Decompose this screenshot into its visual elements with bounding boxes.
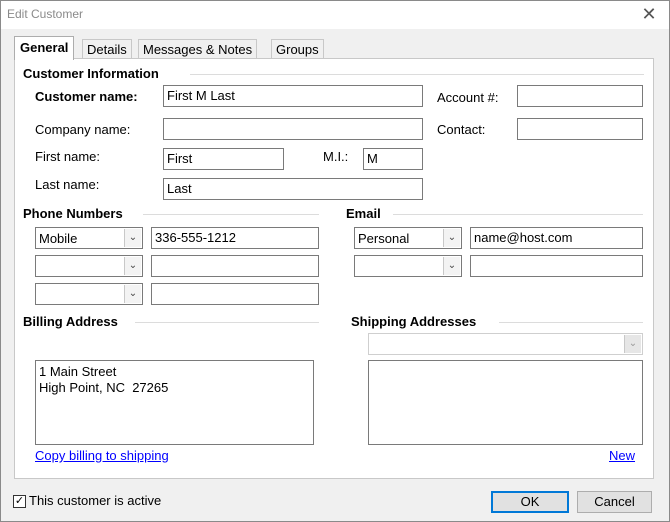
email-address-field-1[interactable]: name@host.com: [470, 227, 643, 249]
divider: [499, 322, 643, 323]
copy-billing-to-shipping-link[interactable]: Copy billing to shipping: [35, 448, 169, 463]
phone-number-field-3[interactable]: [151, 283, 319, 305]
divider: [393, 214, 643, 215]
email-type-value: Personal: [358, 231, 410, 246]
window-title: Edit Customer: [7, 7, 84, 21]
phone-type-select-3[interactable]: ⌄: [35, 283, 143, 305]
account-field[interactable]: [517, 85, 643, 107]
tab-general[interactable]: General: [14, 36, 75, 60]
mi-label: M.I.:: [323, 149, 349, 164]
chevron-down-icon[interactable]: ⌄: [443, 229, 460, 247]
customer-name-field[interactable]: First M Last: [163, 85, 423, 107]
phone-number-field-1[interactable]: 336-555-1212: [151, 227, 319, 249]
phone-type-select-2[interactable]: ⌄: [35, 255, 143, 277]
phone-type-value: Mobile: [39, 231, 78, 246]
title-bar: Edit Customer ✕: [1, 1, 669, 29]
phone-type-select-1[interactable]: Mobile ⌄: [35, 227, 143, 249]
email-heading: Email: [346, 206, 381, 221]
ok-button[interactable]: OK: [491, 491, 569, 513]
general-panel: Customer Information Customer name: Firs…: [14, 58, 654, 479]
checkmark-icon: ✓: [14, 495, 25, 507]
mi-field[interactable]: M: [363, 148, 423, 170]
chevron-down-icon[interactable]: ⌄: [124, 229, 141, 247]
close-icon[interactable]: ✕: [639, 4, 659, 24]
divider: [135, 322, 319, 323]
tab-details[interactable]: Details: [82, 39, 132, 59]
phone-number-field-2[interactable]: [151, 255, 319, 277]
cancel-button[interactable]: Cancel: [577, 491, 652, 513]
email-type-select-1[interactable]: Personal ⌄: [354, 227, 462, 249]
active-checkbox[interactable]: ✓: [13, 495, 26, 508]
customer-name-label: Customer name:: [35, 89, 138, 104]
company-name-label: Company name:: [35, 122, 131, 137]
account-label: Account #:: [437, 90, 499, 105]
chevron-down-icon[interactable]: ⌄: [443, 257, 460, 275]
phone-numbers-heading: Phone Numbers: [23, 206, 123, 221]
billing-line-2: High Point, NC 27265: [39, 380, 169, 395]
shipping-addresses-heading: Shipping Addresses: [351, 314, 477, 329]
chevron-down-icon[interactable]: ⌄: [124, 257, 141, 275]
first-name-field[interactable]: First: [163, 148, 284, 170]
active-checkbox-label[interactable]: This customer is active: [29, 493, 161, 508]
shipping-address-select[interactable]: ⌄: [368, 333, 643, 355]
new-shipping-address-link[interactable]: New: [609, 448, 635, 463]
contact-field[interactable]: [517, 118, 643, 140]
tab-messages-notes[interactable]: Messages & Notes: [138, 39, 258, 59]
billing-line-1: 1 Main Street: [39, 364, 117, 379]
shipping-address-textarea[interactable]: [368, 360, 643, 445]
billing-address-heading: Billing Address: [23, 314, 118, 329]
customer-info-heading: Customer Information: [23, 66, 159, 81]
chevron-down-icon[interactable]: ⌄: [124, 285, 141, 303]
last-name-label: Last name:: [35, 177, 100, 192]
chevron-down-icon[interactable]: ⌄: [624, 335, 641, 353]
last-name-field[interactable]: Last: [163, 178, 423, 200]
divider: [190, 74, 644, 75]
contact-label: Contact:: [437, 122, 486, 137]
email-type-select-2[interactable]: ⌄: [354, 255, 462, 277]
tab-groups[interactable]: Groups: [271, 39, 324, 59]
email-address-field-2[interactable]: [470, 255, 643, 277]
first-name-label: First name:: [35, 149, 101, 164]
divider: [143, 214, 319, 215]
billing-address-textarea[interactable]: 1 Main Street High Point, NC 27265: [35, 360, 314, 445]
company-name-field[interactable]: [163, 118, 423, 140]
edit-customer-dialog: Edit Customer ✕ General Details Messages…: [0, 0, 670, 522]
